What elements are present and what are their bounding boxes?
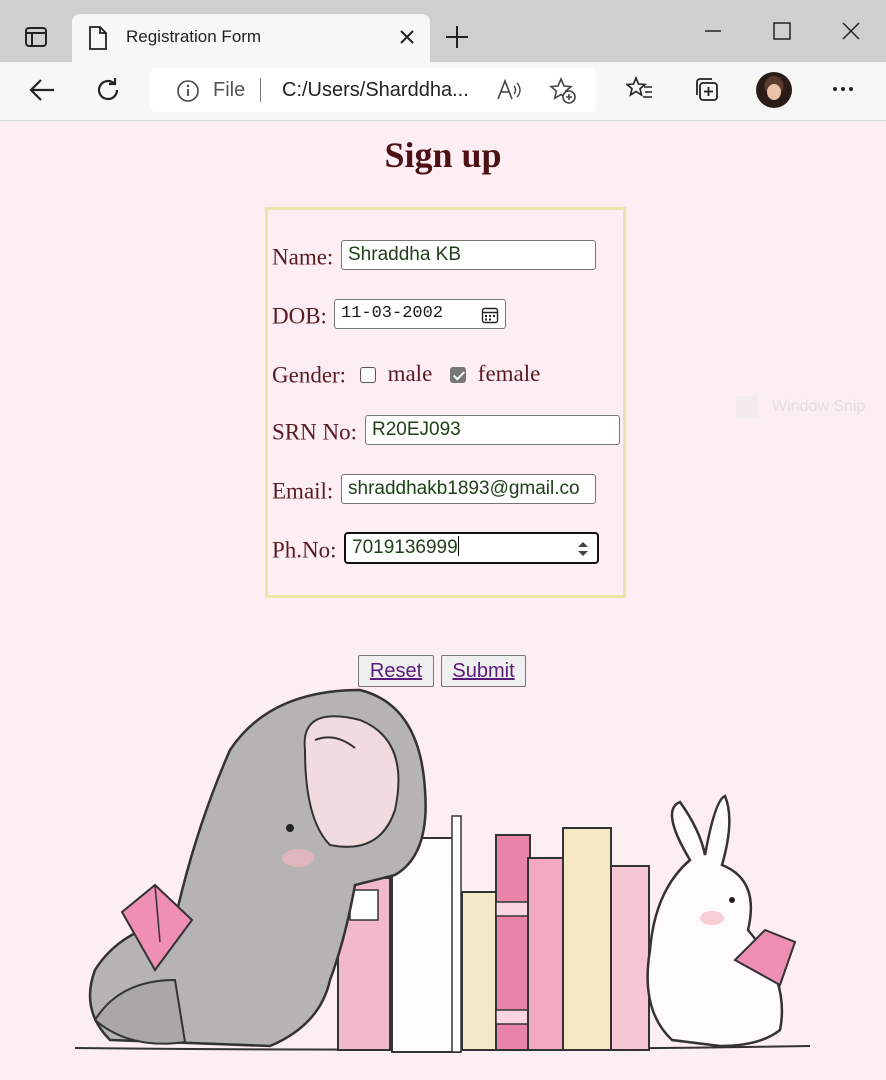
- info-icon[interactable]: [176, 79, 200, 108]
- page-icon: [88, 26, 108, 55]
- refresh-icon[interactable]: [94, 75, 122, 110]
- email-input[interactable]: shraddhakb1893@gmail.co: [341, 474, 596, 504]
- gender-row: Gender: male female: [272, 361, 540, 389]
- address-bar[interactable]: File C:/Users/Sharddha...: [150, 68, 596, 112]
- gender-label: Gender:: [272, 362, 347, 388]
- phone-row: Ph.No:: [272, 536, 337, 564]
- minimize-icon[interactable]: [702, 20, 724, 47]
- srn-input[interactable]: R20EJ093: [365, 415, 620, 445]
- text-cursor: [457, 536, 459, 556]
- page-title: Sign up: [384, 135, 502, 175]
- browser-toolbar: File C:/Users/Sharddha...: [0, 62, 886, 121]
- tab-title: Registration Form: [126, 27, 262, 46]
- phone-label: Ph.No:: [272, 537, 337, 563]
- phone-input[interactable]: 7019136999: [344, 532, 599, 564]
- file-label: File: [213, 79, 246, 101]
- male-checkbox[interactable]: [359, 367, 376, 383]
- plus-icon[interactable]: [444, 24, 470, 55]
- email-row: Email:: [272, 477, 333, 505]
- sidebar-icon[interactable]: [18, 22, 54, 52]
- dob-value: 11-03-2002: [341, 304, 444, 323]
- url-text[interactable]: C:/Users/Sharddha...: [282, 79, 482, 102]
- srn-row: SRN No:: [272, 418, 357, 446]
- phone-value: 7019136999: [352, 537, 458, 558]
- registration-form: Name: Shraddha KB DOB: 11-03-2002 Gender…: [265, 207, 626, 598]
- dob-label: DOB:: [272, 303, 327, 329]
- back-icon[interactable]: [28, 75, 56, 110]
- name-label: Name:: [272, 244, 334, 270]
- name-row: Name:: [272, 243, 333, 271]
- close-icon[interactable]: [398, 28, 416, 51]
- collections-icon[interactable]: [692, 75, 720, 108]
- window-snip-overlay: Window Snip: [736, 396, 886, 424]
- male-label: male: [387, 361, 433, 386]
- maximize-icon[interactable]: [771, 20, 793, 47]
- tab-bar: Registration Form: [0, 0, 886, 62]
- female-label: female: [477, 361, 541, 386]
- add-favorite-icon[interactable]: [549, 76, 577, 110]
- favorites-icon[interactable]: [624, 75, 654, 108]
- dob-row: DOB:: [272, 302, 327, 330]
- snip-text: Window Snip: [772, 398, 866, 416]
- srn-label: SRN No:: [272, 419, 357, 445]
- female-checkbox[interactable]: [450, 367, 467, 383]
- dob-input[interactable]: 11-03-2002: [334, 299, 506, 329]
- reading-animals-illustration: [74, 688, 811, 1053]
- name-input[interactable]: Shraddha KB: [341, 240, 596, 270]
- snip-icon: [736, 396, 758, 418]
- window-close-icon[interactable]: [840, 20, 862, 47]
- calendar-icon[interactable]: [481, 306, 499, 328]
- browser-tab[interactable]: Registration Form: [72, 14, 430, 62]
- address-separator: [260, 78, 261, 102]
- spinner-icon[interactable]: [575, 538, 591, 562]
- avatar[interactable]: [756, 72, 792, 108]
- email-label: Email:: [272, 478, 334, 504]
- read-aloud-icon[interactable]: [496, 77, 524, 108]
- more-icon[interactable]: [830, 75, 856, 108]
